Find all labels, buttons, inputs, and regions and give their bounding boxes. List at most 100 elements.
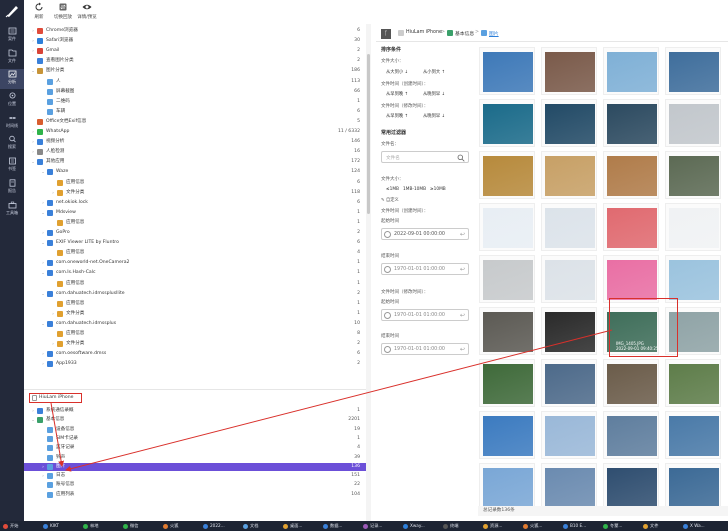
tree-row[interactable]: 应用信息 4 [24,249,366,257]
tree-row[interactable]: › 文件分类 118 [24,189,366,197]
reset-icon[interactable]: ↩ [460,312,465,319]
tree-row[interactable]: 查看图片分类 2 [24,57,366,65]
photo-thumbnail[interactable] [541,99,597,147]
expand-toggle-icon[interactable]: › [30,27,36,35]
expand-toggle-icon[interactable]: › [40,229,46,237]
photo-thumbnail[interactable] [479,255,535,303]
tree-row[interactable]: › Chrome浏览器 6 [24,27,366,35]
filename-input[interactable]: 文件名 [381,151,469,163]
expand-toggle-icon[interactable]: › [40,360,46,368]
sort-size-desc[interactable]: 从大到小 ↓ [386,69,408,75]
expand-toggle-icon[interactable]: › [50,340,56,348]
tree-row[interactable]: Office文档Exif信息 5 [24,118,366,126]
breadcrumb-current[interactable]: 图片 [489,30,499,37]
nav-file[interactable]: 文件 [0,48,24,68]
nav-bookmark[interactable]: 书签 [0,156,24,176]
expand-toggle-icon[interactable]: ⌄ [40,209,46,217]
expand-toggle-icon[interactable]: › [40,472,46,480]
expand-toggle-icon[interactable]: › [30,37,36,45]
expand-toggle-icon[interactable]: ⌄ [30,416,36,424]
nav-location[interactable]: 位置 [0,91,24,111]
tree-row[interactable]: › net.okiok.lock 6 [24,199,366,207]
taskbar-app[interactable]: B10 E... [563,522,586,530]
tree-row[interactable]: › 视频分析 146 [24,138,366,146]
expand-toggle-icon[interactable]: › [40,199,46,207]
photo-thumbnail[interactable] [603,255,659,303]
expand-toggle-icon[interactable]: › [50,310,56,318]
photo-thumbnail[interactable] [541,47,597,95]
expand-toggle-icon[interactable]: ⌄ [40,168,46,176]
sort-ctime-asc[interactable]: 从早到晚 ↑ [386,91,408,97]
tree-row[interactable]: › com.oesoftware.dmss 6 [24,350,366,358]
size-option-large[interactable]: ≥10MB [430,187,446,192]
expand-toggle-icon[interactable]: ⌄ [40,269,46,277]
taskbar-app[interactable]: 火狐 [163,522,178,530]
reset-icon[interactable]: ↩ [460,346,465,353]
tree-row[interactable]: ⌄ com.dahuatech.idmssplus 10 [24,320,366,328]
photo-thumbnail[interactable] [479,307,535,355]
tree-row[interactable]: › GoPro 2 [24,229,366,237]
taskbar-app[interactable]: 记录... [363,522,382,530]
tree-row[interactable]: 铃声 39 [24,454,366,462]
tree-row-selected[interactable]: › 图片 136 [24,462,366,471]
tree-row[interactable]: ⌄ 其他应用 172 [24,158,366,166]
tree-row[interactable]: › 人脸检测 16 [24,148,366,156]
ctime-start-picker[interactable]: 2022-09-01 00:00:00 ↩ [381,228,469,240]
taskbar-app[interactable]: 资源... [483,522,502,530]
nav-toolbox[interactable]: 工具箱 [0,200,24,220]
taskbar-app[interactable]: 文件 [643,522,658,530]
tree-row[interactable]: ⌄ Waze 124 [24,168,366,176]
tree-row[interactable]: SIM卡记录 1 [24,435,366,443]
tree-row[interactable]: 应用信息 1 [24,219,366,227]
tree-row[interactable]: 应用信息 1 [24,280,366,288]
photo-thumbnail[interactable] [479,359,535,407]
tree-row[interactable]: 设备信息 19 [24,426,366,434]
photo-thumbnail[interactable] [541,151,597,199]
ctime-end-picker[interactable]: 1970-01-01 01:00:00 ↩ [381,263,469,275]
expand-toggle-icon[interactable]: › [30,128,36,136]
expand-toggle-icon[interactable]: ⌄ [40,320,46,328]
taskbar-app[interactable]: 微信 [123,522,138,530]
photo-thumbnail[interactable] [665,255,721,303]
nav-search[interactable]: 搜索 [0,134,24,154]
detail-preview-button[interactable]: 详情/预览 [72,2,102,20]
photo-thumbnail[interactable] [665,47,721,95]
tree-row[interactable]: › 系统通信录概 1 [24,407,366,415]
tree-row[interactable]: 应用列表 104 [24,491,366,499]
photo-thumbnail[interactable] [603,411,659,459]
size-option-small[interactable]: ≤1MB [386,187,399,192]
sort-ctime-desc[interactable]: 从晚到早 ↓ [423,91,445,97]
photo-thumbnail[interactable] [479,99,535,147]
tree-row[interactable]: ⌄ EXIF Viewer LITE by Fluntro 6 [24,239,366,247]
photo-thumbnail[interactable] [541,411,597,459]
breadcrumb-device[interactable]: HiuLam iPhone [406,30,442,35]
expand-toggle-icon[interactable]: › [50,189,56,197]
taskbar-app[interactable]: 数据... [323,522,342,530]
nav-case[interactable]: 案件 [0,26,24,46]
expand-toggle-icon[interactable]: › [40,350,46,358]
taskbar-app[interactable]: KIKT [43,522,59,530]
device-node[interactable]: HiuLam iPhone [29,393,82,403]
photo-thumbnail[interactable] [479,463,535,507]
photo-thumbnail[interactable] [665,411,721,459]
photo-thumbnail[interactable] [541,463,597,507]
tree-row[interactable]: › com.oneworld-net.OneCamera2 1 [24,259,366,267]
tree-row[interactable]: ⌄ com.Is.Hash-Calc 1 [24,269,366,277]
tree-row[interactable]: 车辆 6 [24,108,366,116]
photo-thumbnail[interactable] [541,307,597,355]
taskbar-app[interactable]: 火狐... [523,522,542,530]
photo-thumbnail[interactable] [603,203,659,251]
tree-row[interactable]: › WhatsApp 11 / 6332 [24,128,366,136]
tree-row[interactable]: ⌄ Mdsview 1 [24,209,366,217]
sort-size-asc[interactable]: 从小到大 ↑ [423,69,445,75]
expand-toggle-icon[interactable]: ⌄ [30,67,36,75]
photo-thumbnail[interactable] [603,463,659,507]
branch-icon[interactable]: ᚴ [381,29,391,39]
reset-icon[interactable]: ↩ [460,266,465,273]
photo-thumbnail[interactable] [665,463,721,507]
photo-thumbnail[interactable] [479,203,535,251]
tree-row[interactable]: 应用信息 8 [24,330,366,338]
tree-row[interactable]: 应用信息 6 [24,179,366,187]
photo-thumbnail[interactable] [603,359,659,407]
nav-report[interactable]: 报告 [0,178,24,198]
